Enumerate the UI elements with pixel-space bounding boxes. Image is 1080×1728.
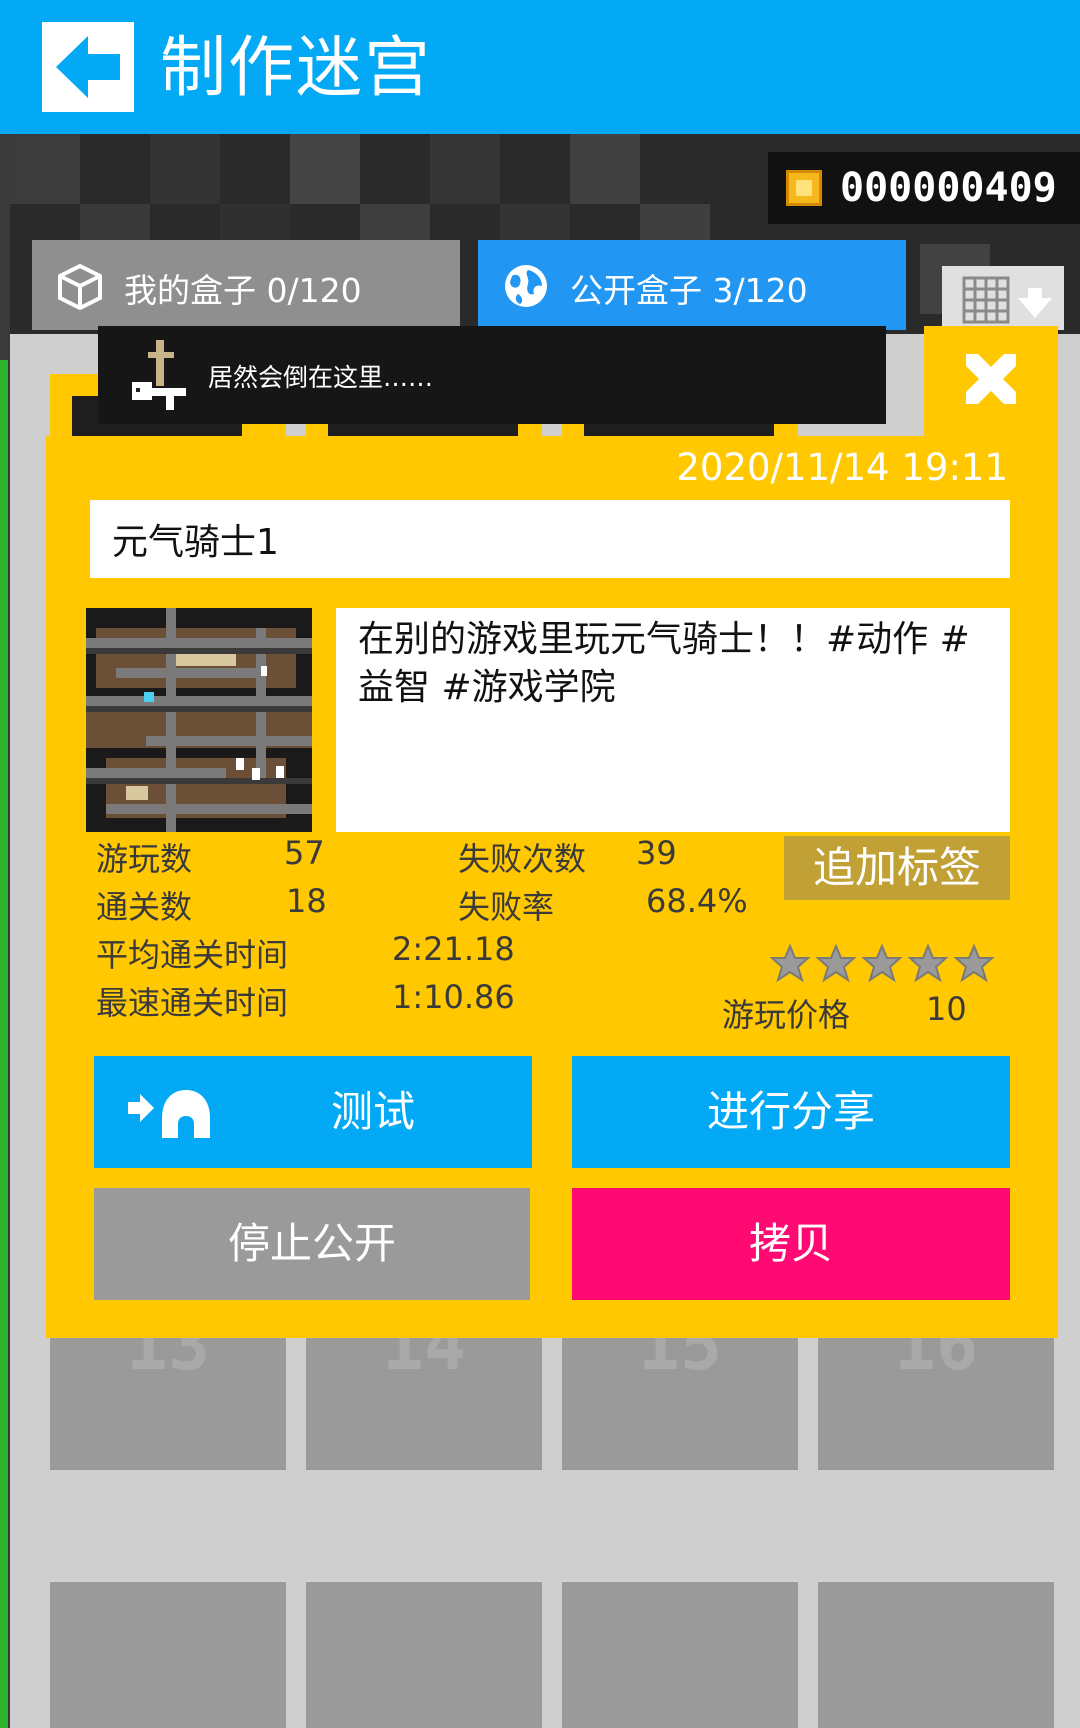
maze-slot[interactable] — [562, 1582, 798, 1728]
avg-time-label: 平均通关时间 — [96, 936, 289, 974]
tab-my-boxes[interactable]: 我的盒子 0/120 — [32, 240, 460, 330]
maze-slot[interactable] — [306, 1582, 542, 1728]
copy-button[interactable]: 拷贝 — [572, 1188, 1010, 1300]
coin-icon — [786, 170, 822, 206]
star-icon — [953, 944, 995, 983]
star-icon — [907, 944, 949, 983]
price-value: 10 — [926, 990, 967, 1028]
fail-rate-value: 68.4% — [646, 882, 748, 920]
publish-date: 2020/11/14 19:11 — [676, 446, 1008, 489]
star-icon — [815, 944, 857, 983]
globe-icon — [505, 265, 547, 307]
maze-slot[interactable] — [818, 1582, 1054, 1728]
star-icon — [770, 944, 811, 983]
view-toggle-button[interactable] — [942, 266, 1064, 330]
tab-my-boxes-label: 我的盒子 0/120 — [124, 271, 362, 310]
test-button-label: 测试 — [330, 1087, 415, 1136]
back-button[interactable] — [42, 22, 134, 112]
coin-count: 000000409 — [840, 165, 1057, 211]
clears-label: 通关数 — [96, 888, 193, 926]
stop-public-button[interactable]: 停止公开 — [94, 1188, 530, 1300]
plays-label: 游玩数 — [96, 840, 193, 878]
best-time-label: 最速通关时间 — [96, 984, 289, 1022]
maze-slot[interactable] — [50, 1582, 286, 1728]
cube-icon — [58, 263, 102, 310]
maze-detail-dialog: 2020/11/14 19:11 元气骑士1 在别的游戏里玩元气骑士！！#动作 … — [46, 436, 1058, 1338]
test-button[interactable]: 测试 — [94, 1056, 532, 1168]
star-icon — [861, 944, 903, 983]
maze-description[interactable]: 在别的游戏里玩元气骑士！！#动作 #益智 #游戏学院 — [336, 608, 1010, 832]
clears-value: 18 — [286, 882, 327, 920]
avg-time-value: 2:21.18 — [392, 930, 515, 968]
fallen-skeleton-icon — [132, 340, 186, 410]
tab-public-boxes-label: 公开盒子 3/120 — [570, 271, 808, 310]
maze-name-field[interactable] — [90, 500, 1010, 578]
price-label: 游玩价格 — [722, 996, 851, 1034]
fails-label: 失败次数 — [458, 840, 587, 878]
rating-stars — [770, 944, 995, 983]
page-title: 制作迷宫 — [160, 29, 432, 106]
notification-text: 居然会倒在这里…… — [208, 363, 434, 392]
left-edge-accent — [0, 360, 8, 1728]
add-tag-button[interactable]: 追加标签 — [784, 836, 1010, 900]
tab-public-boxes[interactable]: 公开盒子 3/120 — [478, 240, 906, 330]
plays-value: 57 — [284, 834, 325, 872]
best-time-value: 1:10.86 — [392, 978, 515, 1016]
notification-banner: 居然会倒在这里…… — [98, 326, 886, 424]
grid-dropdown-icon — [962, 276, 1052, 324]
fail-rate-label: 失败率 — [458, 888, 555, 926]
close-button[interactable] — [924, 326, 1058, 436]
fails-value: 39 — [636, 834, 677, 872]
maze-preview-image — [86, 608, 312, 832]
share-button[interactable]: 进行分享 — [572, 1056, 1010, 1168]
close-icon — [966, 354, 1016, 404]
arrow-left-icon — [56, 36, 120, 98]
